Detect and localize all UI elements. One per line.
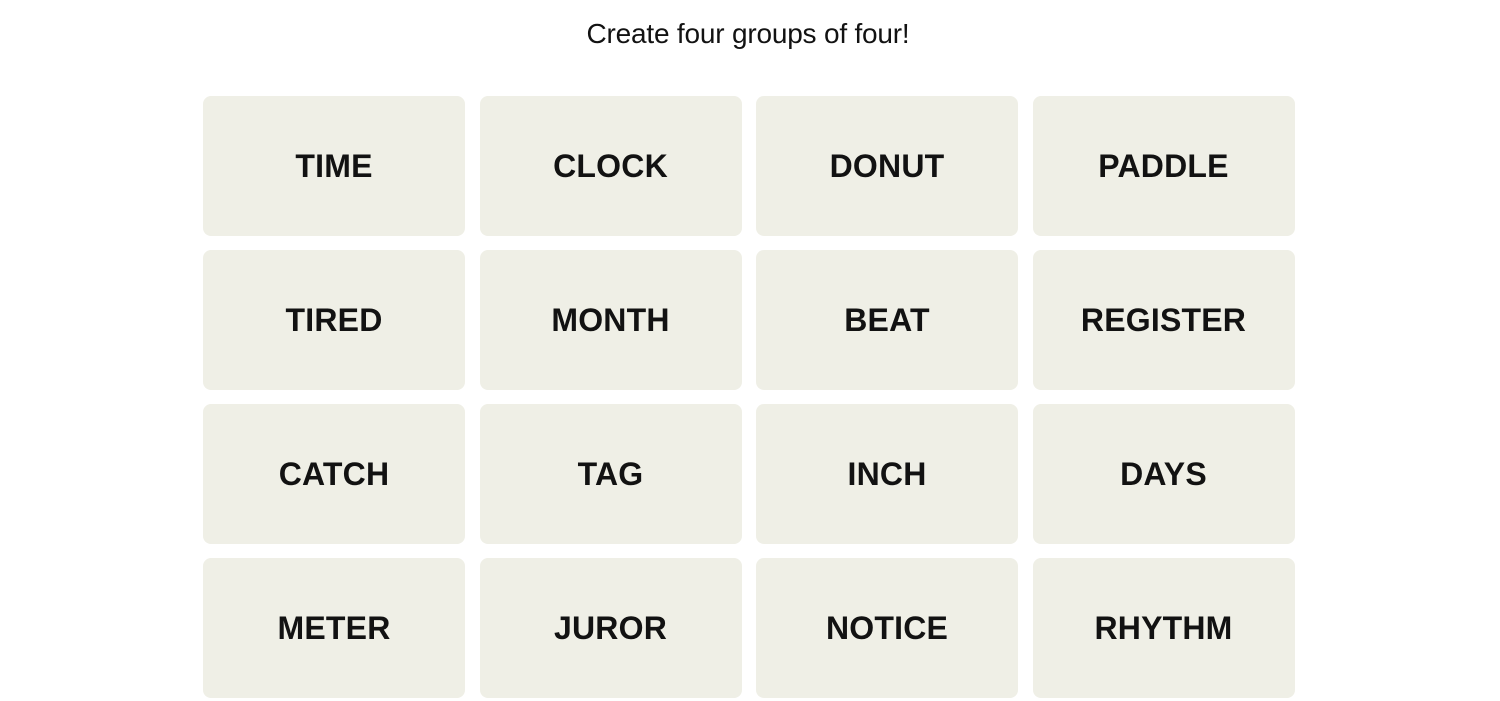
word-tile[interactable]: PADDLE [1032,96,1295,236]
word-tile-label: PADDLE [1098,147,1229,184]
word-tile-label: TIME [295,147,373,184]
word-tile-label: CATCH [278,455,390,492]
word-tile[interactable]: INCH [756,404,1018,544]
word-grid: TIME CLOCK DONUT PADDLE TIRED MONTH BEAT… [203,96,1295,698]
word-tile[interactable]: METER [203,558,465,698]
word-tile[interactable]: TIRED [203,250,465,390]
word-tile[interactable]: REGISTER [1032,250,1295,390]
word-tile-label: TAG [577,455,644,492]
word-tile-label: JUROR [553,609,667,646]
word-tile[interactable]: JUROR [479,558,742,698]
word-tile[interactable]: RHYTHM [1032,558,1295,698]
instructions-text: Create four groups of four! [586,18,910,49]
word-tile-label: METER [277,609,391,646]
word-tile[interactable]: NOTICE [756,558,1018,698]
word-tile-label: DAYS [1120,455,1207,492]
word-tile[interactable]: DAYS [1032,404,1295,544]
word-tile[interactable]: MONTH [479,250,742,390]
word-tile[interactable]: CATCH [203,404,465,544]
word-tile-label: NOTICE [825,609,949,646]
word-tile-label: TIRED [285,301,383,338]
word-tile[interactable]: TIME [203,96,465,236]
word-tile-label: BEAT [844,301,930,338]
word-tile-label: DONUT [829,147,945,184]
word-tile-label: MONTH [551,301,670,338]
word-tile[interactable]: DONUT [756,96,1018,236]
word-tile-label: INCH [847,455,927,492]
word-tile-label: REGISTER [1080,301,1247,338]
word-tile-label: RHYTHM [1094,609,1233,646]
word-tile[interactable]: CLOCK [479,96,742,236]
word-tile[interactable]: BEAT [756,250,1018,390]
word-tile[interactable]: TAG [479,404,742,544]
word-tile-label: CLOCK [553,147,668,184]
